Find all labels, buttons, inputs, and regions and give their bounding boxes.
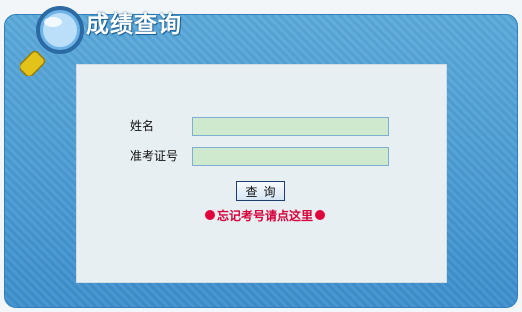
name-input[interactable] <box>192 117 389 136</box>
bullet-dot-icon <box>205 210 215 220</box>
query-button[interactable]: 查询 <box>236 181 285 201</box>
name-label: 姓名 <box>130 119 155 133</box>
forgot-ticket-link-text: 忘记考号请点这里 <box>217 208 314 223</box>
forgot-ticket-link[interactable]: 忘记考号请点这里 <box>205 207 326 223</box>
query-form-panel <box>76 64 447 283</box>
page-title: 成绩查询 <box>86 12 182 38</box>
ticket-number-label: 准考证号 <box>130 149 179 163</box>
ticket-number-input[interactable] <box>192 147 389 166</box>
bullet-dot-icon <box>315 210 326 220</box>
